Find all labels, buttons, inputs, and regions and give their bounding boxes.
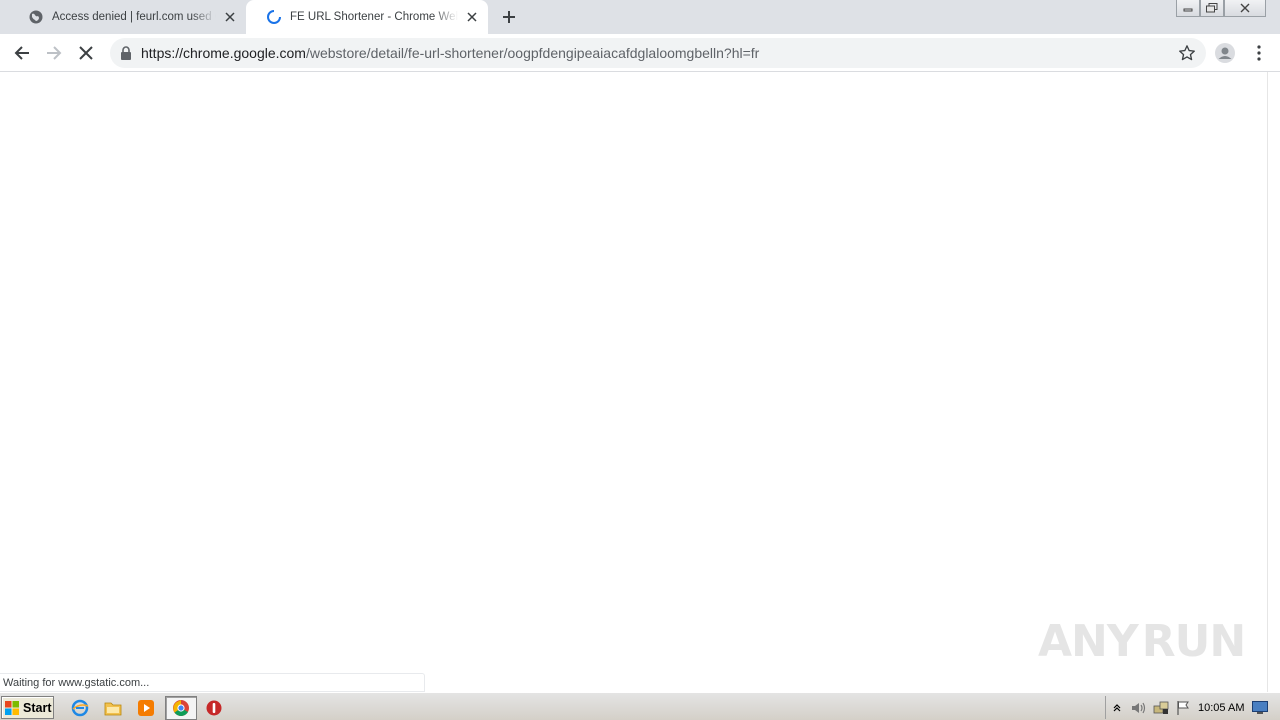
page-content bbox=[0, 72, 1267, 692]
address-bar[interactable]: https://chrome.google.com/webstore/detai… bbox=[110, 38, 1206, 68]
menu-button[interactable] bbox=[1247, 41, 1271, 65]
watermark-text-right: RUN bbox=[1141, 615, 1246, 667]
taskbar-clock[interactable]: 10:05 AM bbox=[1198, 702, 1244, 714]
kebab-menu-icon bbox=[1257, 45, 1261, 61]
new-tab-button[interactable] bbox=[498, 7, 520, 27]
status-bubble: Waiting for www.gstatic.com... bbox=[0, 673, 425, 692]
start-button[interactable]: Start bbox=[1, 696, 54, 719]
windows-logo-icon bbox=[5, 700, 19, 715]
arrow-right-icon bbox=[47, 46, 62, 60]
minimize-button[interactable] bbox=[1176, 0, 1200, 17]
url-text[interactable]: https://chrome.google.com/webstore/detai… bbox=[141, 38, 759, 68]
lock-icon bbox=[121, 46, 131, 60]
watermark-text-left: ANY bbox=[1038, 615, 1139, 667]
profile-button[interactable] bbox=[1213, 41, 1237, 65]
screen: Access denied | feurl.com used Cloudflar… bbox=[0, 0, 1280, 720]
network-icon[interactable] bbox=[1150, 698, 1172, 718]
window-controls bbox=[1176, 0, 1266, 18]
url-host: https://chrome.google.com bbox=[141, 45, 306, 61]
loading-spinner-icon bbox=[266, 9, 282, 25]
browser-toolbar: https://chrome.google.com/webstore/detai… bbox=[0, 34, 1280, 72]
url-path: /webstore/detail/fe-url-shortener/oogpfd… bbox=[305, 45, 760, 61]
stop-sign-icon[interactable] bbox=[204, 698, 224, 718]
close-window-button[interactable] bbox=[1224, 0, 1266, 17]
restore-button[interactable] bbox=[1200, 0, 1224, 17]
volume-icon[interactable] bbox=[1128, 698, 1150, 718]
arrow-left-icon bbox=[14, 46, 29, 60]
action-center-flag-icon[interactable] bbox=[1172, 698, 1194, 718]
tab-access-denied[interactable]: Access denied | feurl.com used Cloudflar… bbox=[8, 0, 246, 34]
chrome-icon bbox=[173, 700, 189, 716]
internet-explorer-icon[interactable] bbox=[70, 698, 90, 718]
close-icon bbox=[79, 46, 93, 60]
tab-strip: Access denied | feurl.com used Cloudflar… bbox=[0, 0, 1280, 34]
chrome-taskbar-button[interactable] bbox=[165, 696, 197, 720]
close-tab-icon[interactable] bbox=[464, 9, 480, 25]
close-tab-icon[interactable] bbox=[222, 9, 238, 25]
close-icon bbox=[1240, 3, 1250, 13]
back-button[interactable] bbox=[10, 41, 34, 65]
avatar-icon bbox=[1215, 43, 1235, 63]
system-tray: 10:05 AM bbox=[1105, 696, 1280, 719]
start-label: Start bbox=[23, 700, 52, 715]
plus-icon bbox=[503, 11, 515, 23]
vertical-scrollbar[interactable] bbox=[1267, 72, 1280, 692]
globe-icon bbox=[28, 9, 44, 25]
media-player-icon[interactable] bbox=[136, 698, 156, 718]
stop-loading-button[interactable] bbox=[74, 41, 98, 65]
tab-title: FE URL Shortener - Chrome Web Store bbox=[290, 11, 458, 23]
anyrun-watermark: ANY RUN bbox=[1038, 606, 1246, 676]
bookmark-star-icon[interactable] bbox=[1178, 44, 1196, 62]
show-desktop-icon[interactable] bbox=[1252, 700, 1269, 715]
restore-icon bbox=[1206, 3, 1218, 13]
show-hidden-icons-icon[interactable] bbox=[1106, 698, 1128, 718]
tab-title: Access denied | feurl.com used Cloudflar… bbox=[52, 11, 216, 23]
minimize-icon bbox=[1183, 8, 1193, 12]
taskbar: Start 10:05 AM bbox=[0, 692, 1280, 720]
file-explorer-icon[interactable] bbox=[103, 698, 123, 718]
tab-fe-url-shortener[interactable]: FE URL Shortener - Chrome Web Store bbox=[246, 0, 488, 34]
forward-button[interactable] bbox=[42, 41, 66, 65]
